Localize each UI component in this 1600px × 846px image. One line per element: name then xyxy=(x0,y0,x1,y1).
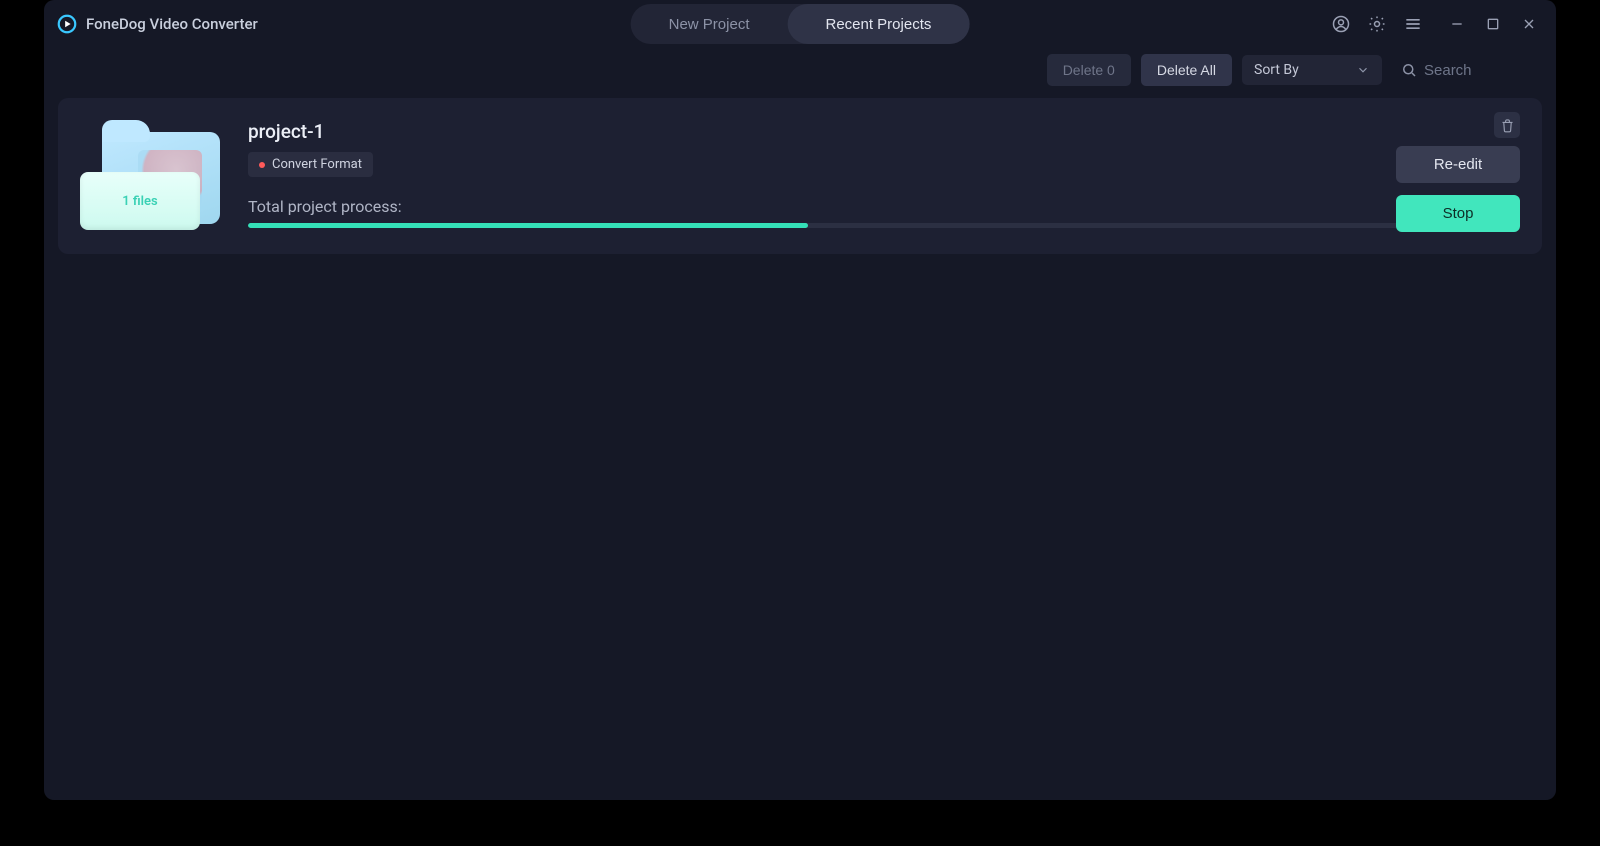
projects-toolbar: Delete 0 Delete All Sort By xyxy=(44,48,1556,98)
app-title: FoneDog Video Converter xyxy=(86,15,258,33)
title-left: FoneDog Video Converter xyxy=(54,13,258,35)
project-card: 1 files project-1 Convert Format Total p… xyxy=(58,98,1542,254)
sort-by-dropdown[interactable]: Sort By xyxy=(1242,55,1382,85)
project-body: project-1 Convert Format Total project p… xyxy=(248,120,1520,230)
maximize-icon[interactable] xyxy=(1482,13,1504,35)
project-tabs: New Project Recent Projects xyxy=(631,4,970,44)
project-actions: Re-edit Stop xyxy=(1396,146,1520,232)
process-label: Total project process: xyxy=(248,197,402,216)
project-tag: Convert Format xyxy=(248,152,373,177)
titlebar: FoneDog Video Converter New Project Rece… xyxy=(44,0,1556,48)
progress-fill xyxy=(248,223,808,228)
process-row: Total project process: 44.00% xyxy=(248,197,1520,217)
delete-all-button[interactable]: Delete All xyxy=(1141,54,1232,86)
search-input[interactable] xyxy=(1424,62,1534,79)
folder-front-icon: 1 files xyxy=(80,172,200,230)
hamburger-menu-icon[interactable] xyxy=(1402,13,1424,35)
project-thumbnail: 1 files xyxy=(80,120,220,230)
chevron-down-icon xyxy=(1356,63,1370,77)
trash-icon xyxy=(1500,118,1515,133)
app-logo-icon xyxy=(56,13,78,35)
project-tag-label: Convert Format xyxy=(272,157,362,172)
project-name: project-1 xyxy=(248,120,1520,143)
minimize-icon[interactable] xyxy=(1446,13,1468,35)
title-right xyxy=(1330,13,1546,35)
progress-bar xyxy=(248,223,1520,228)
account-icon[interactable] xyxy=(1330,13,1352,35)
tab-new-project[interactable]: New Project xyxy=(631,4,788,44)
window-controls xyxy=(1446,13,1540,35)
settings-icon[interactable] xyxy=(1366,13,1388,35)
search-icon xyxy=(1400,61,1418,79)
tab-recent-projects[interactable]: Recent Projects xyxy=(787,4,969,44)
status-dot-icon xyxy=(259,162,265,168)
delete-selected-button[interactable]: Delete 0 xyxy=(1047,54,1131,86)
search-box[interactable] xyxy=(1392,55,1542,85)
sort-by-label: Sort By xyxy=(1254,62,1299,78)
close-icon[interactable] xyxy=(1518,13,1540,35)
app-window: FoneDog Video Converter New Project Rece… xyxy=(44,0,1556,800)
project-delete-button[interactable] xyxy=(1494,112,1520,138)
reedit-button[interactable]: Re-edit xyxy=(1396,146,1520,183)
stop-button[interactable]: Stop xyxy=(1396,195,1520,232)
projects-area: 1 files project-1 Convert Format Total p… xyxy=(44,98,1556,254)
files-count-label: 1 files xyxy=(122,194,157,209)
